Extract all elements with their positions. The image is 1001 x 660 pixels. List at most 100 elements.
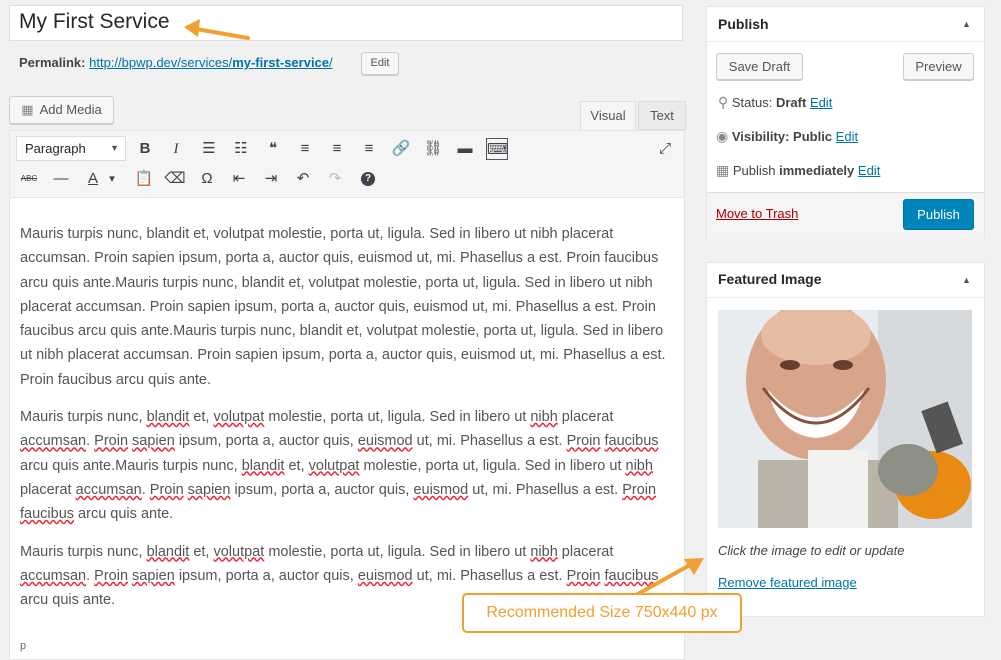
element-path: p [20, 640, 27, 652]
read-more-icon[interactable]: ▬ [454, 138, 476, 160]
paragraph-1: Mauris turpis nunc, blandit et, volutpat… [20, 226, 666, 388]
clear-formatting-icon[interactable]: ⌫ [164, 168, 186, 190]
blockquote-icon[interactable]: ❝ [262, 138, 284, 160]
add-media-button[interactable]: ▦ Add Media [9, 96, 114, 124]
spellcheck-word: Proin [94, 433, 129, 450]
chevron-down-icon: ▼ [110, 143, 119, 153]
add-media-icon: ▦ [21, 102, 34, 117]
pin-icon: ⚲ [718, 94, 729, 110]
status-value: Draft [775, 95, 807, 110]
divider [707, 41, 984, 42]
insert-link-icon[interactable]: 🔗 [390, 138, 412, 160]
text-color-icon[interactable]: A [82, 168, 104, 190]
strikethrough-icon[interactable]: ABC [18, 168, 40, 190]
unlink-icon[interactable]: ⛓ [422, 138, 444, 160]
publish-button[interactable]: Publish [903, 199, 974, 230]
title-annotation-arrow [184, 19, 250, 40]
permalink: Permalink: http://bpwp.dev/services/my-f… [19, 55, 333, 70]
spellcheck-word: faucibus [604, 433, 659, 450]
status-label: Status: [731, 95, 773, 110]
save-draft-button[interactable]: Save Draft [716, 53, 803, 80]
spellcheck-word: euismod [357, 567, 413, 584]
spellcheck-word: blandit [146, 409, 190, 426]
numbered-list-icon[interactable]: ☷ [230, 138, 252, 160]
paragraph-2: Mauris turpis nunc, blandit et, volutpat… [20, 409, 659, 523]
paste-text-icon[interactable]: 📋 [133, 168, 155, 190]
spellcheck-word: accumsan [20, 433, 87, 450]
spellcheck-word: accumsan [20, 567, 87, 584]
spellcheck-word: volutpat [308, 457, 360, 474]
spellcheck-word: accumsan [75, 481, 142, 498]
remove-featured-image-link[interactable]: Remove featured image [718, 575, 857, 590]
featured-image-caption: Click the image to edit or update [718, 543, 905, 558]
align-left-icon[interactable]: ≡ [294, 138, 316, 160]
spellcheck-word: blandit [241, 457, 285, 474]
visibility-edit-link[interactable]: Edit [836, 129, 858, 144]
bullet-list-icon[interactable]: ☰ [198, 138, 220, 160]
divider [707, 297, 984, 298]
status-edit-link[interactable]: Edit [810, 95, 832, 110]
post-title-field[interactable]: My First Service [9, 5, 683, 41]
outdent-icon[interactable]: ⇤ [228, 168, 250, 190]
schedule-value: immediately [779, 163, 855, 178]
spellcheck-word: nibh [530, 543, 558, 560]
align-center-icon[interactable]: ≡ [326, 138, 348, 160]
spellcheck-word: volutpat [213, 409, 265, 426]
spellcheck-word: volutpat [213, 543, 265, 560]
visibility-label: Visibility: [731, 129, 790, 144]
spellcheck-word: euismod [413, 481, 469, 498]
spellcheck-word: Proin [566, 567, 601, 584]
indent-icon[interactable]: ⇥ [260, 168, 282, 190]
bold-icon[interactable]: B [134, 138, 156, 160]
spellcheck-word: Proin [622, 481, 657, 498]
permalink-label: Permalink: [19, 55, 86, 70]
spellcheck-word: faucibus [20, 506, 75, 523]
status-row: ⚲ Status: Draft Edit [718, 94, 832, 111]
calendar-icon: ▦ [716, 162, 730, 178]
collapse-featured-icon[interactable]: ▲ [962, 275, 971, 285]
format-select-value: Paragraph [25, 141, 86, 156]
spellcheck-word: euismod [357, 433, 413, 450]
editor-content[interactable]: Mauris turpis nunc, blandit et, volutpat… [20, 222, 672, 625]
redo-icon[interactable]: ↷ [324, 168, 346, 190]
italic-icon[interactable]: I [165, 138, 187, 160]
format-select[interactable]: Paragraph ▼ [16, 136, 126, 161]
horizontal-line-icon[interactable]: — [50, 168, 72, 190]
spellcheck-word: sapien [132, 433, 175, 450]
schedule-row: ▦ Publish immediately Edit [716, 162, 880, 179]
post-title-text[interactable]: My First Service [19, 10, 170, 34]
preview-button[interactable]: Preview [903, 53, 974, 80]
eye-icon: ◉ [716, 128, 729, 144]
special-character-icon[interactable]: Ω [196, 168, 218, 190]
spellcheck-word: sapien [132, 567, 175, 584]
collapse-publish-icon[interactable]: ▲ [962, 19, 971, 29]
featured-image[interactable] [718, 310, 972, 528]
help-icon[interactable]: ? [361, 172, 375, 186]
align-right-icon[interactable]: ≡ [358, 138, 380, 160]
spellcheck-word: Proin [149, 481, 184, 498]
spellcheck-word: nibh [530, 409, 558, 426]
recommended-size-callout: Recommended Size 750x440 px [462, 593, 742, 633]
featured-image-title: Featured Image [718, 271, 822, 287]
spellcheck-word: Proin [94, 567, 129, 584]
visibility-value: Public [793, 129, 833, 144]
visibility-row: ◉ Visibility: Public Edit [716, 128, 858, 145]
featured-image-photo [718, 310, 972, 528]
text-color-dropdown-icon[interactable]: ▾ [106, 168, 118, 190]
tab-text[interactable]: Text [638, 101, 686, 130]
schedule-edit-link[interactable]: Edit [858, 163, 880, 178]
permalink-link[interactable]: http://bpwp.dev/services/my-first-servic… [89, 55, 333, 70]
undo-icon[interactable]: ↶ [292, 168, 314, 190]
move-to-trash-link[interactable]: Move to Trash [716, 206, 798, 221]
publish-box-title: Publish [718, 16, 769, 32]
spellcheck-word: nibh [625, 457, 653, 474]
spellcheck-word: sapien [187, 481, 231, 498]
toolbar-toggle-icon[interactable]: ⌨ [486, 138, 509, 160]
spellcheck-word: Proin [566, 433, 601, 450]
spellcheck-word: blandit [146, 543, 190, 560]
distraction-free-icon[interactable]: ⤢ [654, 138, 676, 160]
edit-permalink-button[interactable]: Edit [361, 52, 399, 75]
add-media-label: Add Media [39, 102, 102, 117]
tab-visual[interactable]: Visual [580, 101, 636, 130]
schedule-label: Publish [732, 163, 776, 178]
